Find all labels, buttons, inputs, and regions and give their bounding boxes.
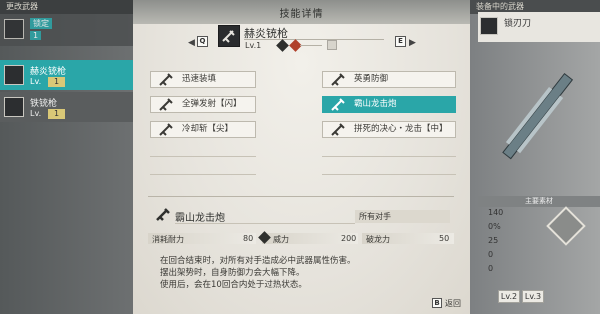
empty-skill-slot: [322, 156, 456, 157]
empty-skill-slot: [150, 156, 256, 157]
weapon-item-level-label: Lv.: [30, 109, 42, 118]
next-arrow-icon: ▶: [409, 38, 416, 48]
skill-label: 霸山龙击炮: [354, 99, 397, 109]
gunlance-weapon-icon: [218, 25, 240, 47]
skill-label: 迅速装填: [182, 74, 217, 84]
level-tab[interactable]: Lv.3: [522, 290, 544, 303]
description-line: 在回合结束时，对所有对手造成必中武器属性伤害。: [160, 256, 356, 266]
stat-value: 80: [243, 234, 254, 243]
weapon-icon: [480, 17, 498, 35]
prev-key[interactable]: Q: [197, 36, 208, 47]
weapon-item-level: 1: [48, 109, 66, 119]
prev-arrow-icon: ◀: [188, 38, 195, 48]
skill-label: 冷却斩【尖】: [182, 124, 234, 134]
skill-button[interactable]: 迅速装填: [150, 71, 256, 88]
weapon-item-level: 1: [48, 77, 66, 87]
skill-button[interactable]: 拼死的决心・龙击【中】: [322, 121, 456, 138]
slot-icon: [327, 40, 337, 50]
weapon-name-divider: [300, 45, 322, 46]
skill-button[interactable]: 英勇防御: [322, 71, 456, 88]
weapon-list-item-selected[interactable]: 赫炎铳枪 Lv. 1: [0, 60, 133, 90]
gunlance-skill-icon: [156, 208, 170, 221]
description-line: 摆出架势时，自身防御力会大幅下降。: [160, 268, 305, 278]
empty-skill-slot: [322, 174, 456, 175]
weapon-list-header: 更改武器: [0, 0, 133, 14]
weapon-list-item[interactable]: 铁铳枪 Lv. 1: [0, 92, 133, 122]
weapon-icon: [4, 19, 24, 39]
main-material-label: 主要素材: [478, 196, 600, 207]
stat-value: 0: [488, 264, 494, 273]
gunlance-skill-icon: [159, 98, 173, 111]
equipped-weapon-card: 锁刃刀: [478, 12, 600, 42]
detail-skill-name: 霸山龙击炮: [175, 213, 225, 224]
gunlance-skill-icon: [331, 123, 345, 136]
detail-divider: [148, 196, 454, 197]
empty-skill-slot: [150, 174, 256, 175]
gunlance-skill-icon: [331, 73, 345, 86]
weapon-item-name: 赫炎铳枪: [30, 67, 67, 77]
skill-label: 全弹发射【闪】: [182, 99, 242, 109]
gunlance-skill-icon: [331, 98, 345, 111]
gunlance-skill-icon: [159, 123, 173, 136]
gunlance-skill-icon: [159, 73, 173, 86]
weapon-list-item[interactable]: 锁定 1: [0, 14, 133, 46]
level-tab[interactable]: Lv.2: [498, 290, 520, 303]
stat-label: 威力: [273, 235, 289, 244]
dialog-title: 技能详情: [279, 9, 324, 20]
weapon-list-panel: 更改武器: [0, 0, 133, 314]
skill-button[interactable]: 冷却斩【尖】: [150, 121, 256, 138]
weapon-level: Lv.1: [245, 41, 262, 50]
back-key[interactable]: B: [432, 298, 442, 308]
target-label: 所有对手: [355, 210, 450, 223]
weapon-item-name: 铁铳枪: [30, 99, 58, 109]
weapon-item-level-label: Lv.: [30, 77, 42, 86]
gunlance-icon: [4, 97, 24, 117]
detail-name-underline: [175, 223, 355, 224]
description-line: 使用后，会在10回合内处于过热状态。: [160, 280, 307, 290]
back-label[interactable]: 返回: [445, 298, 461, 309]
weapon-artwork: [502, 72, 574, 160]
equipped-weapon-name: 锁刃刀: [504, 19, 532, 29]
skill-button-selected[interactable]: 霸山龙击炮: [322, 96, 456, 113]
stat-value: 0%: [488, 222, 501, 231]
gunlance-icon: [4, 65, 24, 85]
skill-label: 拼死的决心・龙击【中】: [354, 124, 448, 134]
stat-value: 140: [488, 208, 504, 217]
stat-value: 200: [341, 234, 357, 243]
stat-label: 消耗耐力: [152, 235, 184, 244]
lock-tag: 锁定: [30, 18, 52, 29]
stat-value: 25: [488, 236, 499, 245]
skill-label: 英勇防御: [354, 74, 389, 84]
stat-value: 0: [488, 250, 494, 259]
weapon-name-underline: [244, 39, 384, 40]
stat-value: 50: [439, 234, 450, 243]
stat-label: 破龙力: [366, 235, 390, 244]
skill-button[interactable]: 全弹发射【闪】: [150, 96, 256, 113]
next-key[interactable]: E: [395, 36, 406, 47]
